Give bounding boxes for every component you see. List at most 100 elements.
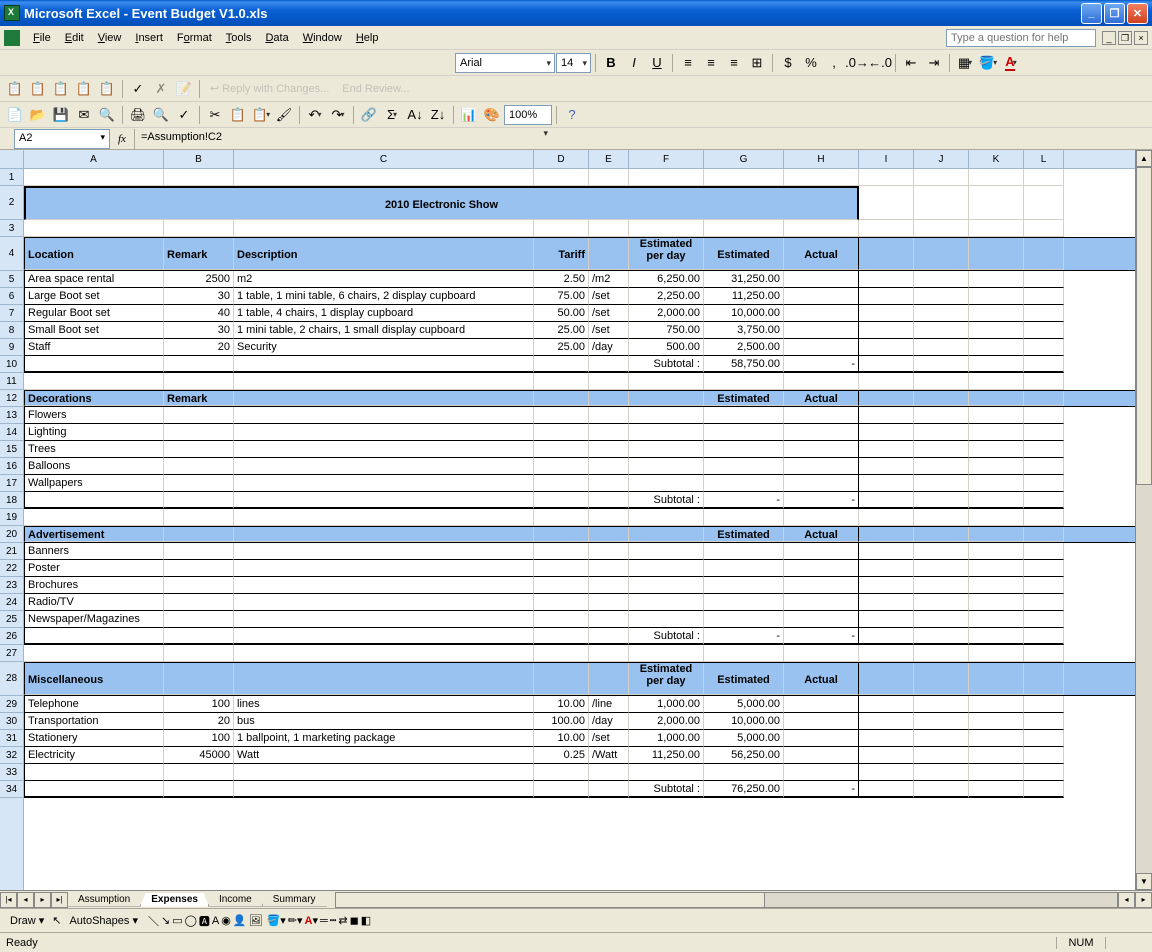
chart-wizard-button[interactable]: 📊 <box>458 104 480 126</box>
row-header[interactable]: 28 <box>0 662 23 696</box>
minimize-button[interactable]: _ <box>1081 3 1102 24</box>
table-row[interactable]: Transportation20bus100.00/day2,000.0010,… <box>24 713 1135 730</box>
table-row[interactable]: Regular Boot set401 table, 4 chairs, 1 d… <box>24 305 1135 322</box>
line-style-button[interactable]: ═ <box>320 915 328 927</box>
row-header[interactable]: 33 <box>0 764 23 781</box>
col-header[interactable]: F <box>629 150 704 168</box>
col-header[interactable]: E <box>589 150 629 168</box>
table-row[interactable]: Banners <box>24 543 1135 560</box>
tab-assumption[interactable]: Assumption <box>67 893 141 907</box>
arrow-button[interactable]: ↘ <box>161 914 170 927</box>
doc-close-button[interactable]: × <box>1134 31 1148 45</box>
row-header[interactable]: 13 <box>0 407 23 424</box>
row-header[interactable]: 3 <box>0 220 23 237</box>
wordart-button[interactable]: A <box>212 915 219 927</box>
horizontal-scrollbar[interactable] <box>335 892 1118 908</box>
row-header[interactable]: 18 <box>0 492 23 509</box>
table-row[interactable]: Wallpapers <box>24 475 1135 492</box>
paste-button[interactable]: 📋▾ <box>250 104 272 126</box>
show-all-button[interactable]: 📋 <box>96 78 118 100</box>
table-row[interactable]: Brochures <box>24 577 1135 594</box>
menu-edit[interactable]: Edit <box>58 30 91 46</box>
menu-format[interactable]: Format <box>170 30 219 46</box>
table-row[interactable]: Balloons <box>24 458 1135 475</box>
autosum-button[interactable]: Σ▾ <box>381 104 403 126</box>
end-review-button[interactable]: End Review... <box>336 83 415 95</box>
menu-file[interactable]: File <box>26 30 58 46</box>
row-header[interactable]: 22 <box>0 560 23 577</box>
row-header[interactable]: 15 <box>0 441 23 458</box>
fx-icon[interactable]: fx <box>118 133 126 145</box>
track-button[interactable]: 📝 <box>173 78 195 100</box>
percent-button[interactable]: % <box>800 52 822 74</box>
reject-button[interactable]: ✗ <box>150 78 172 100</box>
spelling-button[interactable]: ✓ <box>173 104 195 126</box>
table-row[interactable]: Trees <box>24 441 1135 458</box>
select-all-corner[interactable] <box>0 150 23 169</box>
formula-bar[interactable]: =Assumption!C2 <box>134 129 1152 149</box>
tab-expenses[interactable]: Expenses <box>140 893 209 907</box>
row-header[interactable]: 4 <box>0 237 23 271</box>
col-header[interactable]: C <box>234 150 534 168</box>
table-row[interactable]: Electricity45000Watt0.25/Watt11,250.0056… <box>24 747 1135 764</box>
cut-button[interactable]: ✂ <box>204 104 226 126</box>
table-row[interactable]: Poster <box>24 560 1135 577</box>
hscroll-thumb[interactable] <box>336 893 766 907</box>
menu-help[interactable]: Help <box>349 30 386 46</box>
row-header[interactable]: 10 <box>0 356 23 373</box>
section-advertisement-title[interactable]: Advertisement <box>24 527 164 542</box>
row-header[interactable]: 7 <box>0 305 23 322</box>
menu-data[interactable]: Data <box>258 30 295 46</box>
textbox-button[interactable]: 🅰 <box>199 913 210 929</box>
row-header[interactable]: 32 <box>0 747 23 764</box>
scroll-down-button[interactable]: ▼ <box>1136 873 1152 890</box>
row-header[interactable]: 14 <box>0 424 23 441</box>
merge-center-button[interactable]: ⊞ <box>746 52 768 74</box>
prev-comment-button[interactable]: 📋 <box>27 78 49 100</box>
reply-changes-button[interactable]: ↩ Reply with Changes... <box>204 82 335 95</box>
menu-view[interactable]: View <box>91 30 129 46</box>
col-header[interactable]: G <box>704 150 784 168</box>
help-button[interactable]: ? <box>561 104 583 126</box>
close-button[interactable]: ✕ <box>1127 3 1148 24</box>
row-header[interactable]: 31 <box>0 730 23 747</box>
doc-restore-button[interactable]: ❐ <box>1118 31 1132 45</box>
shadow-button[interactable]: ◼ <box>350 914 359 927</box>
section-decorations-title[interactable]: Decorations <box>24 391 164 406</box>
doc-minimize-button[interactable]: _ <box>1102 31 1116 45</box>
draw-menu[interactable]: Draw ▾ <box>4 912 50 929</box>
row-header[interactable]: 29 <box>0 696 23 713</box>
3d-button[interactable]: ◧ <box>361 914 371 927</box>
row-header[interactable]: 2 <box>0 186 23 220</box>
vertical-scrollbar[interactable]: ▲ ▼ <box>1135 150 1152 890</box>
tab-nav-prev[interactable]: ◂ <box>17 892 34 908</box>
currency-button[interactable]: $ <box>777 52 799 74</box>
new-button[interactable]: 📄 <box>4 104 26 126</box>
borders-button[interactable]: ▦▾ <box>954 52 976 74</box>
row-header[interactable]: 27 <box>0 645 23 662</box>
row-header[interactable]: 12 <box>0 390 23 407</box>
col-header[interactable]: K <box>969 150 1024 168</box>
table-row[interactable]: Telephone100lines10.00/line1,000.005,000… <box>24 696 1135 713</box>
underline-button[interactable]: U <box>646 52 668 74</box>
zoom-combo[interactable]: 100% <box>504 105 552 125</box>
row-header[interactable]: 9 <box>0 339 23 356</box>
save-button[interactable]: 💾 <box>50 104 72 126</box>
col-header[interactable]: H <box>784 150 859 168</box>
row-header[interactable]: 30 <box>0 713 23 730</box>
sort-desc-button[interactable]: Z↓ <box>427 104 449 126</box>
increase-indent-button[interactable]: ⇥ <box>923 52 945 74</box>
dash-style-button[interactable]: ┅ <box>330 914 337 927</box>
decrease-indent-button[interactable]: ⇤ <box>900 52 922 74</box>
email-button[interactable]: ✉ <box>73 104 95 126</box>
menu-window[interactable]: Window <box>296 30 349 46</box>
help-search-input[interactable] <box>946 29 1096 47</box>
col-header[interactable]: D <box>534 150 589 168</box>
clipart-button[interactable]: 👤 <box>233 914 247 927</box>
row-header[interactable]: 5 <box>0 271 23 288</box>
col-header[interactable]: I <box>859 150 914 168</box>
row-header[interactable]: 23 <box>0 577 23 594</box>
sort-asc-button[interactable]: A↓ <box>404 104 426 126</box>
maximize-button[interactable]: ❐ <box>1104 3 1125 24</box>
italic-button[interactable]: I <box>623 52 645 74</box>
